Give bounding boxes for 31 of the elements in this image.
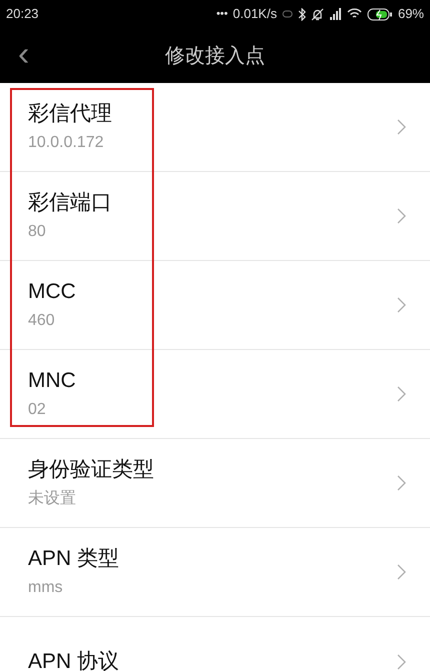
setting-label: APN 类型 [28,546,120,572]
back-button[interactable]: ‹ [18,36,30,72]
chevron-icon [397,475,406,491]
bluetooth-icon [298,8,306,20]
chevron-icon [397,208,406,224]
setting-value: 10.0.0.172 [28,133,105,153]
setting-value: 02 [28,400,47,420]
status-time: 20:23 [6,5,39,24]
chevron-icon [397,386,406,402]
setting-value: mms [28,578,64,598]
setting-label: MCC [28,279,77,305]
network-speed: 0.01K/s [232,5,277,24]
battery-charging-icon [366,8,393,20]
signal-icon [328,8,342,20]
wifi-icon [346,8,362,20]
setting-label: 彩信端口 [28,190,113,216]
chevron-icon [397,297,406,313]
setting-label: APN 协议 [28,648,120,671]
chevron-icon [397,564,406,580]
more-notifications-text: ••• [216,6,228,22]
setting-value: 80 [28,222,47,242]
setting-label: 彩信代理 [28,101,113,127]
chevron-icon [397,654,406,670]
page-title: 修改接入点 [165,44,265,68]
muted-bell-icon [310,8,324,20]
setting-value: 未设置 [28,489,77,509]
setting-label: 身份验证类型 [28,457,155,483]
chevron-icon [397,119,406,135]
setting-value: 460 [28,311,56,331]
setting-label: MNC [28,368,77,394]
battery-percent: 69% [398,5,424,24]
